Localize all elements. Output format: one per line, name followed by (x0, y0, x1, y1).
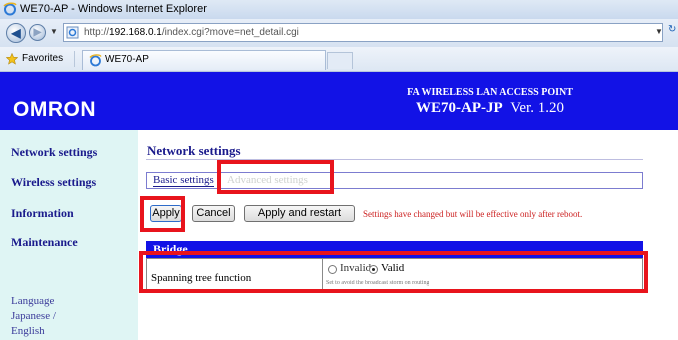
url-dropdown-icon[interactable]: ▼ (655, 27, 663, 36)
back-button[interactable]: ◀ (6, 23, 26, 43)
omron-logo: OMRON (13, 98, 96, 121)
url-host: 192.168.0.1 (109, 27, 162, 38)
language-english-link[interactable]: English (11, 325, 45, 337)
language-japanese-link[interactable]: Japanese / (11, 310, 56, 322)
browser-tab[interactable]: WE70-AP (82, 50, 326, 70)
url-input[interactable]: http://192.168.0.1/index.cgi?move=net_de… (63, 23, 663, 42)
favorites-bar: Favorites WE70-AP (0, 47, 678, 72)
address-bar-row: ◀ ▶ ▼ http://192.168.0.1/index.cgi?move=… (0, 19, 678, 47)
sidebar-item-information[interactable]: Information (11, 206, 74, 221)
toolbar-separator (74, 51, 75, 67)
sidebar-item-network-settings[interactable]: Network settings (11, 145, 97, 160)
history-dropdown-icon[interactable]: ▼ (50, 27, 58, 36)
ie-logo-icon (3, 2, 17, 16)
highlight-advanced-tab (217, 160, 334, 194)
refresh-icon[interactable]: ↻ (668, 24, 676, 35)
favorites-star-icon (6, 53, 18, 65)
tab-ie-icon (89, 54, 102, 67)
sidebar-item-maintenance[interactable]: Maintenance (11, 235, 78, 250)
new-tab-button[interactable] (327, 52, 353, 69)
window-title-bar: WE70-AP - Windows Internet Explorer (0, 0, 678, 19)
highlight-spanning-tree-row (139, 251, 648, 293)
apply-and-restart-button[interactable]: Apply and restart (244, 205, 355, 222)
sidebar: Network settings Wireless settings Infor… (0, 130, 138, 340)
window-title: WE70-AP - Windows Internet Explorer (20, 3, 207, 15)
tab-basic-label: Basic settings (153, 174, 214, 187)
language-label: Language (11, 295, 55, 307)
page-icon (66, 26, 79, 39)
sidebar-item-wireless-settings[interactable]: Wireless settings (11, 175, 96, 190)
url-prefix: http:// (84, 27, 110, 38)
favorites-button[interactable]: Favorites (22, 53, 63, 64)
url-path: /index.cgi?move=net_detail.cgi (161, 27, 299, 38)
version-text: Ver. 1.20 (510, 100, 564, 116)
page-header: OMRON FA WIRELESS LAN ACCESS POINT WE70-… (0, 72, 678, 130)
product-subtitle: FA WIRELESS LAN ACCESS POINT (407, 87, 573, 98)
forward-button[interactable]: ▶ (29, 24, 46, 41)
cancel-button[interactable]: Cancel (192, 205, 235, 222)
reboot-notice: Settings have changed but will be effect… (363, 209, 583, 219)
model-name: WE70-AP-JP (416, 100, 503, 116)
tab-basic-settings[interactable]: Basic settings (153, 174, 214, 187)
highlight-apply-button (140, 196, 185, 232)
url-text: http://192.168.0.1/index.cgi?move=net_de… (84, 27, 299, 38)
page-title: Network settings (147, 143, 241, 158)
product-model: WE70-AP-JP Ver. 1.20 (300, 100, 678, 117)
tab-label: WE70-AP (105, 54, 149, 65)
